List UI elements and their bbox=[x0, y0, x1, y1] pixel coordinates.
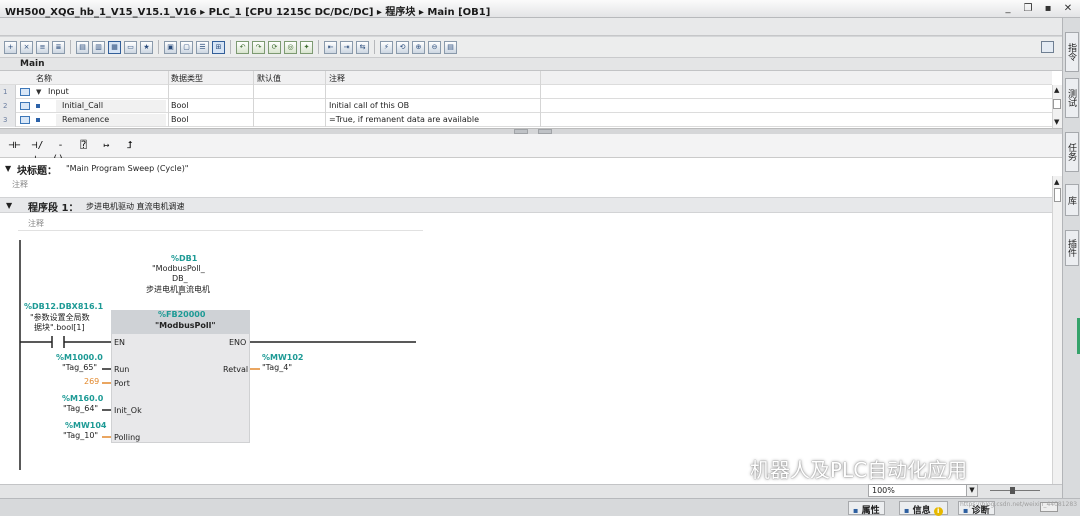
pin-retval: Retval bbox=[223, 365, 249, 374]
fb-name[interactable]: "ModbusPoll" bbox=[155, 321, 216, 330]
pin-initok: Init_Ok bbox=[114, 406, 142, 415]
contact-address[interactable]: %DB12.DBX816.1 bbox=[24, 302, 103, 311]
fb-address[interactable]: %FB20000 bbox=[158, 310, 205, 319]
pin-run: Run bbox=[114, 365, 130, 374]
tab-info-label: 信息 bbox=[912, 506, 931, 516]
initok-tag[interactable]: "Tag_64" bbox=[63, 404, 98, 413]
contact-name-2: 据块".bool[1] bbox=[34, 323, 85, 332]
zoom-dropdown-icon[interactable]: ▼ bbox=[966, 484, 978, 497]
zoom-slider[interactable] bbox=[990, 487, 1040, 494]
instance-db-name-1: "ModbusPoll_ bbox=[152, 264, 205, 273]
run-address[interactable]: %M1000.0 bbox=[56, 353, 103, 362]
tab-info[interactable]: ▪ 信息 i bbox=[899, 501, 948, 516]
tab-tasks[interactable]: 任务 bbox=[1065, 132, 1079, 172]
initok-address[interactable]: %M160.0 bbox=[62, 394, 103, 403]
pin-port: Port bbox=[114, 379, 130, 388]
zoom-slider-thumb[interactable] bbox=[1010, 487, 1015, 494]
info-page-icon: ▪ bbox=[904, 506, 910, 515]
task-card-panel: 指令 测试 任务 库 插件 bbox=[1062, 18, 1080, 498]
instance-db-name-2: DB_ bbox=[172, 274, 188, 283]
watermark: 机器人及PLC自动化应用 bbox=[706, 454, 967, 483]
polling-tag[interactable]: "Tag_10" bbox=[63, 431, 98, 440]
polling-address[interactable]: %MW104 bbox=[65, 421, 107, 430]
zoom-field[interactable]: 100% bbox=[868, 484, 978, 497]
properties-icon: ▪ bbox=[853, 506, 859, 515]
tab-addins[interactable]: 插件 bbox=[1065, 230, 1079, 266]
tab-properties[interactable]: ▪ 属性 bbox=[848, 501, 885, 516]
tab-libraries[interactable]: 库 bbox=[1065, 184, 1079, 216]
tab-properties-label: 属性 bbox=[861, 506, 880, 516]
tab-instructions[interactable]: 指令 bbox=[1065, 32, 1079, 72]
run-tag[interactable]: "Tag_65" bbox=[62, 363, 97, 372]
port-value[interactable]: 269 bbox=[84, 377, 99, 386]
pin-polling: Polling bbox=[114, 433, 141, 442]
pin-en: EN bbox=[114, 338, 126, 347]
watermark-text: 机器人及PLC自动化应用 bbox=[750, 458, 968, 482]
pin-eno: ENO bbox=[229, 338, 247, 347]
tab-testing[interactable]: 测试 bbox=[1065, 78, 1079, 118]
wechat-icon bbox=[707, 457, 743, 480]
instance-db-name-4: " bbox=[178, 292, 182, 301]
retval-address[interactable]: %MW102 bbox=[262, 353, 304, 362]
instance-db-address[interactable]: %DB1 bbox=[171, 254, 197, 263]
info-icon: i bbox=[933, 507, 943, 516]
status-bar: ▪ 属性 ▪ 信息 i ▪ 诊断 bbox=[0, 498, 1080, 516]
watermark-url: https://blog.csdn.net/weixin_44081283 bbox=[960, 501, 1078, 508]
retval-tag[interactable]: "Tag_4" bbox=[262, 363, 292, 372]
close-button[interactable]: ✕ bbox=[1060, 2, 1076, 15]
